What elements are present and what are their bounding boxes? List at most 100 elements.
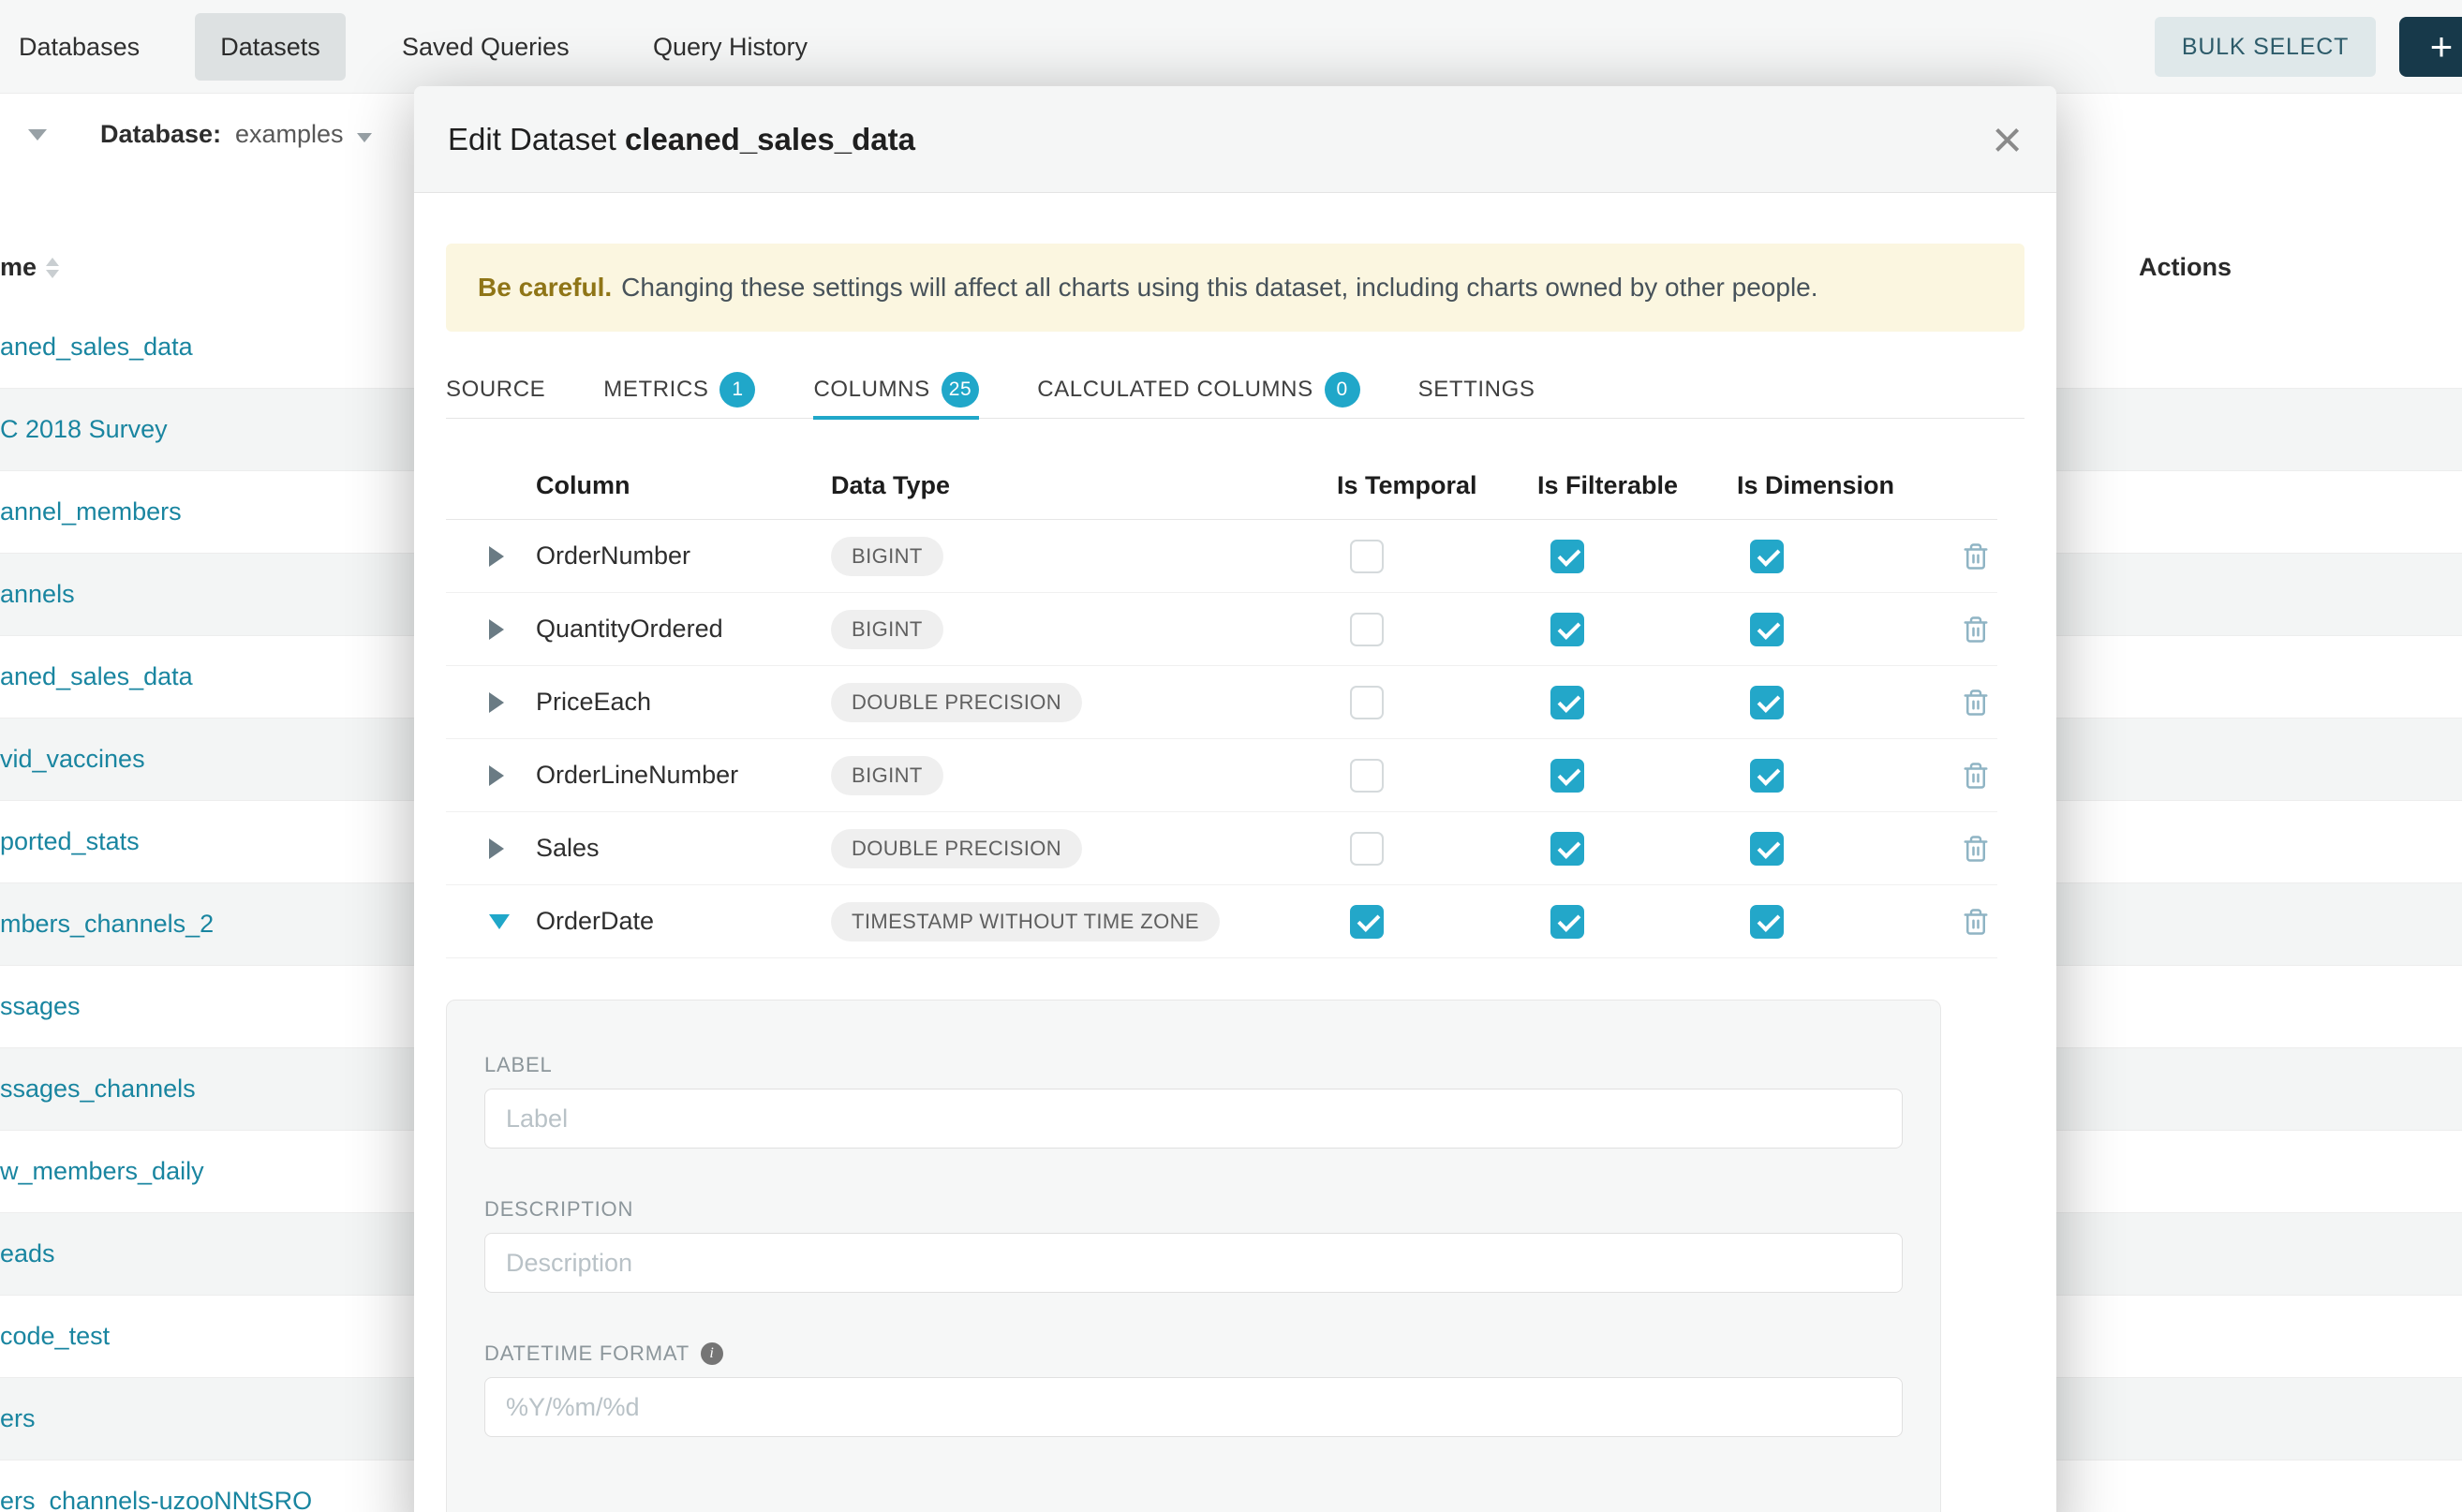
delete-column-icon[interactable]	[1962, 615, 1990, 645]
is-temporal-checkbox[interactable]	[1350, 905, 1384, 939]
is-dimension-checkbox[interactable]	[1750, 540, 1784, 573]
is-filterable-checkbox[interactable]	[1550, 832, 1584, 866]
is-dimension-checkbox[interactable]	[1750, 905, 1784, 939]
nav-tab-saved-queries[interactable]: Saved Queries	[402, 0, 570, 94]
edit-dataset-modal: Edit Dataset cleaned_sales_data Be caref…	[414, 86, 2056, 1512]
nav-tab-datasets[interactable]: Datasets	[195, 13, 346, 81]
info-icon[interactable]	[701, 1342, 723, 1365]
warning-banner: Be careful. Changing these settings will…	[446, 244, 2024, 332]
dataset-link[interactable]: vid_vaccines	[0, 745, 145, 774]
is-dimension-header: Is Dimension	[1737, 452, 1962, 519]
expand-caret-icon[interactable]	[489, 692, 504, 713]
tab-settings[interactable]: SETTINGS	[1418, 361, 1535, 419]
is-temporal-checkbox[interactable]	[1350, 540, 1384, 573]
data-type-pill: BIGINT	[831, 537, 943, 576]
database-filter-select[interactable]: examples	[235, 120, 372, 149]
close-icon[interactable]	[1992, 113, 2023, 166]
is-filterable-checkbox[interactable]	[1550, 905, 1584, 939]
chevron-down-icon[interactable]	[28, 129, 47, 141]
dataset-link[interactable]: ssages	[0, 992, 81, 1021]
delete-column-icon[interactable]	[1962, 834, 1990, 864]
delete-column-icon[interactable]	[1962, 907, 1990, 937]
delete-column-icon[interactable]	[1962, 541, 1990, 571]
is-filterable-checkbox[interactable]	[1550, 540, 1584, 573]
is-dimension-checkbox[interactable]	[1750, 686, 1784, 719]
column-name: Sales	[536, 812, 831, 884]
warning-bold-text: Be careful.	[478, 273, 612, 303]
is-temporal-header: Is Temporal	[1337, 452, 1537, 519]
dataset-link[interactable]: ported_stats	[0, 827, 140, 856]
dataset-link[interactable]: aned_sales_data	[0, 662, 193, 691]
data-type-pill: BIGINT	[831, 756, 943, 795]
is-filterable-checkbox[interactable]	[1550, 686, 1584, 719]
is-filterable-checkbox[interactable]	[1550, 759, 1584, 793]
description-field-label: DESCRIPTION	[484, 1197, 1903, 1222]
dataset-link[interactable]: ssages_channels	[0, 1075, 196, 1104]
dataset-link[interactable]: ers	[0, 1404, 36, 1433]
dataset-link[interactable]: annels	[0, 580, 75, 609]
top-nav: Databases Datasets Saved Queries Query H…	[0, 0, 2462, 94]
expand-caret-icon[interactable]	[489, 838, 504, 859]
label-input[interactable]	[484, 1089, 1903, 1149]
delete-column-icon[interactable]	[1962, 761, 1990, 791]
modal-title: Edit Dataset cleaned_sales_data	[448, 122, 915, 157]
column-name: PriceEach	[536, 666, 831, 738]
database-filter-label: Database:	[100, 120, 221, 149]
tab-metrics[interactable]: METRICS 1	[603, 361, 755, 419]
modal-tabs: SOURCE METRICS 1 COLUMNS 25 CALCULATED C…	[446, 361, 2024, 419]
is-temporal-checkbox[interactable]	[1350, 832, 1384, 866]
expand-caret-icon[interactable]	[489, 765, 504, 786]
is-dimension-checkbox[interactable]	[1750, 832, 1784, 866]
column-row-expanded: OrderDate TIMESTAMP WITHOUT TIME ZONE	[446, 885, 1997, 958]
column-row: OrderNumber BIGINT	[446, 520, 1997, 593]
delete-column-icon[interactable]	[1962, 688, 1990, 718]
data-type-pill: DOUBLE PRECISION	[831, 829, 1082, 868]
column-row: OrderLineNumber BIGINT	[446, 739, 1997, 812]
nav-tab-query-history[interactable]: Query History	[653, 0, 808, 94]
plus-icon	[2430, 27, 2454, 67]
database-filter-value: examples	[235, 120, 344, 149]
column-header: Column	[536, 452, 831, 519]
datetime-format-input[interactable]	[484, 1377, 1903, 1437]
data-type-pill: DOUBLE PRECISION	[831, 683, 1082, 722]
dataset-link[interactable]: w_members_daily	[0, 1157, 204, 1186]
column-row: Sales DOUBLE PRECISION	[446, 812, 1997, 885]
dataset-link[interactable]: aned_sales_data	[0, 333, 193, 362]
is-dimension-checkbox[interactable]	[1750, 613, 1784, 646]
modal-header: Edit Dataset cleaned_sales_data	[414, 86, 2056, 193]
columns-count-badge: 25	[942, 372, 980, 408]
add-dataset-button[interactable]	[2399, 17, 2462, 77]
warning-text: Changing these settings will affect all …	[621, 273, 1817, 303]
dataset-link[interactable]: C 2018 Survey	[0, 415, 168, 444]
tab-calculated-columns[interactable]: CALCULATED COLUMNS 0	[1037, 361, 1359, 419]
dataset-link[interactable]: eads	[0, 1239, 55, 1268]
dataset-link[interactable]: ers_channels-uzooNNtSRO	[0, 1487, 312, 1512]
dataset-link[interactable]: annel_members	[0, 497, 182, 526]
bulk-select-button[interactable]: BULK SELECT	[2155, 17, 2376, 77]
is-filterable-header: Is Filterable	[1537, 452, 1737, 519]
column-row: QuantityOrdered BIGINT	[446, 593, 1997, 666]
calculated-columns-count-badge: 0	[1325, 372, 1360, 408]
dataset-link[interactable]: mbers_channels_2	[0, 910, 214, 939]
expand-caret-icon[interactable]	[489, 619, 504, 640]
page: Databases Datasets Saved Queries Query H…	[0, 0, 2462, 1512]
nav-tab-databases[interactable]: Databases	[19, 0, 140, 94]
dataset-link[interactable]: code_test	[0, 1322, 110, 1351]
data-type-pill: BIGINT	[831, 610, 943, 649]
collapse-caret-icon[interactable]	[489, 914, 510, 929]
is-dimension-checkbox[interactable]	[1750, 759, 1784, 793]
is-filterable-checkbox[interactable]	[1550, 613, 1584, 646]
tab-columns[interactable]: COLUMNS 25	[813, 361, 979, 419]
description-input[interactable]	[484, 1233, 1903, 1293]
name-column-header[interactable]: me	[0, 253, 59, 282]
is-temporal-checkbox[interactable]	[1350, 613, 1384, 646]
label-field-label: LABEL	[484, 1053, 1903, 1077]
chevron-down-icon	[357, 133, 372, 142]
tab-source[interactable]: SOURCE	[446, 361, 545, 419]
expand-caret-icon[interactable]	[489, 546, 504, 567]
columns-table-header: Column Data Type Is Temporal Is Filterab…	[446, 452, 1997, 520]
metrics-count-badge: 1	[719, 372, 755, 408]
actions-column-header: Actions	[2139, 253, 2232, 282]
is-temporal-checkbox[interactable]	[1350, 759, 1384, 793]
is-temporal-checkbox[interactable]	[1350, 686, 1384, 719]
